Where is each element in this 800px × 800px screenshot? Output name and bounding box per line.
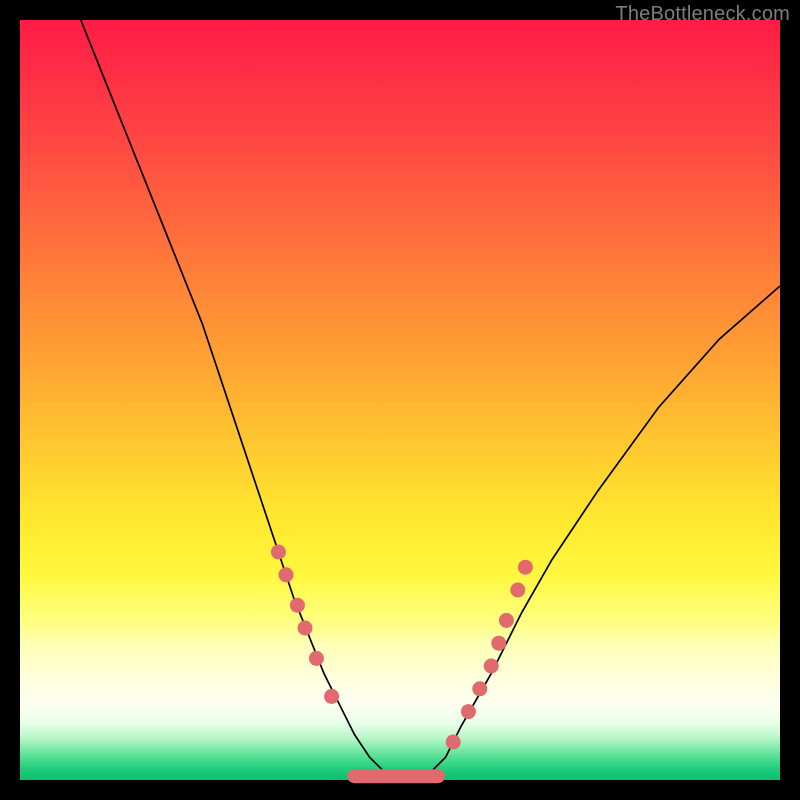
plot-area	[20, 20, 780, 780]
highlight-dot	[309, 651, 324, 666]
highlight-dot	[446, 735, 461, 750]
highlight-dot	[271, 545, 286, 560]
highlight-dot	[472, 681, 487, 696]
highlight-dots-right	[446, 560, 533, 750]
highlight-dot	[290, 598, 305, 613]
highlight-dot	[510, 583, 525, 598]
highlight-dot	[518, 560, 533, 575]
highlight-dot	[461, 704, 476, 719]
bottleneck-curve	[81, 20, 780, 780]
chart-stage: TheBottleneck.com	[0, 0, 800, 800]
highlight-dot	[491, 636, 506, 651]
highlight-dot	[324, 689, 339, 704]
highlight-dot	[298, 621, 313, 636]
highlight-dot	[499, 613, 514, 628]
highlight-dots-left	[271, 545, 339, 704]
highlight-dot	[279, 567, 294, 582]
highlight-dot	[484, 659, 499, 674]
chart-svg	[20, 20, 780, 780]
